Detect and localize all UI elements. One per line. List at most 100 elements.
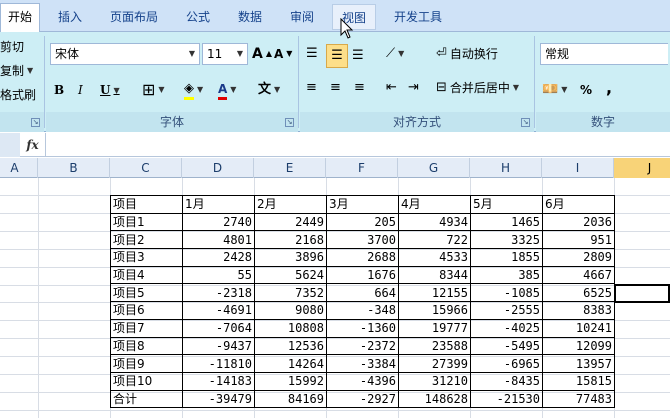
column-header-g[interactable]: G — [398, 158, 470, 178]
value-cell[interactable]: 148628 — [398, 389, 471, 409]
value-cell[interactable]: 3896 — [254, 248, 327, 267]
grow-font-button[interactable]: A ▲ — [252, 42, 272, 66]
value-cell[interactable]: -2318 — [182, 283, 255, 303]
value-cell[interactable]: 15992 — [254, 371, 327, 391]
row-label-cell[interactable]: 项目4 — [110, 265, 183, 285]
comma-style-button[interactable]: , — [606, 76, 612, 100]
column-header-e[interactable]: E — [254, 158, 326, 178]
tab-formulas[interactable]: 公式 — [176, 4, 220, 30]
font-size-combo[interactable]: 11 ▼ — [202, 43, 248, 65]
value-cell[interactable]: -4396 — [326, 371, 399, 391]
orientation-button[interactable]: ⟋ ▼ — [386, 42, 404, 66]
shrink-font-button[interactable]: A ▼ — [274, 42, 292, 66]
value-cell[interactable]: 5624 — [254, 265, 327, 285]
value-cell[interactable]: 2688 — [326, 248, 399, 267]
align-center-button[interactable]: ≡ — [330, 76, 341, 100]
value-cell[interactable]: 7352 — [254, 283, 327, 303]
table-header-cell[interactable]: 6月 — [542, 195, 615, 214]
row-label-cell[interactable]: 项目10 — [110, 371, 183, 391]
accounting-format-button[interactable]: 💴 ▼ — [542, 78, 567, 102]
value-cell[interactable]: 77483 — [542, 389, 615, 409]
table-header-cell[interactable]: 5月 — [470, 195, 543, 214]
bold-button[interactable]: B — [54, 78, 64, 102]
align-right-button[interactable]: ≡ — [354, 76, 365, 100]
row-label-cell[interactable]: 项目1 — [110, 212, 183, 232]
wrap-text-button[interactable]: ⏎ 自动换行 — [436, 42, 498, 66]
value-cell[interactable]: 10241 — [542, 318, 615, 338]
value-cell[interactable]: -21530 — [470, 389, 543, 409]
phonetic-button[interactable]: 文 ▼ — [258, 78, 280, 102]
value-cell[interactable]: 10808 — [254, 318, 327, 338]
column-header-i[interactable]: I — [542, 158, 614, 178]
column-header-h[interactable]: H — [470, 158, 542, 178]
increase-indent-button[interactable]: ⇥ — [408, 76, 419, 100]
percent-button[interactable]: % — [580, 78, 592, 102]
value-cell[interactable]: 4934 — [398, 212, 471, 232]
value-cell[interactable]: 15815 — [542, 371, 615, 391]
column-header-b[interactable]: B — [38, 158, 110, 178]
value-cell[interactable]: 31210 — [398, 371, 471, 391]
align-top-button[interactable]: ☰ — [306, 42, 318, 66]
decrease-indent-button[interactable]: ⇤ — [386, 76, 397, 100]
row-label-cell[interactable]: 项目9 — [110, 354, 183, 373]
value-cell[interactable]: -1360 — [326, 318, 399, 338]
value-cell[interactable]: 4801 — [182, 230, 255, 250]
value-cell[interactable]: 19777 — [398, 318, 471, 338]
tab-page-layout[interactable]: 页面布局 — [100, 4, 168, 30]
value-cell[interactable]: -7064 — [182, 318, 255, 338]
value-cell[interactable]: 2740 — [182, 212, 255, 232]
value-cell[interactable]: 2428 — [182, 248, 255, 267]
column-header-a[interactable]: A — [0, 158, 38, 178]
worksheet-grid[interactable]: A B C D E F G H I J 项目 1月 2月 3月 4月 5月 6月 项目1 274… — [0, 158, 670, 418]
value-cell[interactable]: 55 — [182, 265, 255, 285]
table-header-cell[interactable]: 1月 — [182, 195, 255, 214]
value-cell[interactable]: -6965 — [470, 354, 543, 373]
value-cell[interactable]: 8383 — [542, 301, 615, 320]
column-header-c[interactable]: C — [110, 158, 182, 178]
table-header-cell[interactable]: 项目 — [110, 195, 183, 214]
value-cell[interactable]: -2372 — [326, 336, 399, 356]
value-cell[interactable]: -2927 — [326, 389, 399, 409]
format-painter-button[interactable]: 格式刷 — [0, 83, 36, 107]
selected-cell[interactable] — [614, 284, 670, 303]
value-cell[interactable]: -39479 — [182, 389, 255, 409]
row-label-cell[interactable]: 合计 — [110, 389, 183, 409]
tab-developer[interactable]: 开发工具 — [382, 4, 454, 30]
column-header-d[interactable]: D — [182, 158, 254, 178]
value-cell[interactable]: 15966 — [398, 301, 471, 320]
value-cell[interactable]: 3700 — [326, 230, 399, 250]
value-cell[interactable]: 2449 — [254, 212, 327, 232]
value-cell[interactable]: -3384 — [326, 354, 399, 373]
value-cell[interactable]: 23588 — [398, 336, 471, 356]
value-cell[interactable]: 205 — [326, 212, 399, 232]
value-cell[interactable]: -4025 — [470, 318, 543, 338]
value-cell[interactable]: 1676 — [326, 265, 399, 285]
table-header-cell[interactable]: 4月 — [398, 195, 471, 214]
value-cell[interactable]: 12155 — [398, 283, 471, 303]
tab-view[interactable]: 视图 — [332, 4, 376, 30]
column-header-j[interactable]: J — [614, 158, 670, 178]
borders-button[interactable]: ⊞ ▼ — [142, 78, 165, 102]
value-cell[interactable]: 722 — [398, 230, 471, 250]
value-cell[interactable]: -2555 — [470, 301, 543, 320]
value-cell[interactable]: 664 — [326, 283, 399, 303]
row-label-cell[interactable]: 项目6 — [110, 301, 183, 320]
insert-function-button[interactable]: fx — [20, 133, 46, 157]
font-name-combo[interactable]: 宋体 ▼ — [50, 43, 200, 65]
value-cell[interactable]: 84169 — [254, 389, 327, 409]
value-cell[interactable]: 951 — [542, 230, 615, 250]
chevron-down-icon[interactable]: ▼ — [233, 44, 247, 64]
value-cell[interactable]: 2168 — [254, 230, 327, 250]
value-cell[interactable]: 13957 — [542, 354, 615, 373]
value-cell[interactable]: 1465 — [470, 212, 543, 232]
value-cell[interactable]: -348 — [326, 301, 399, 320]
value-cell[interactable]: 2036 — [542, 212, 615, 232]
value-cell[interactable]: 6525 — [542, 283, 615, 303]
value-cell[interactable]: -14183 — [182, 371, 255, 391]
clipboard-launcher-icon[interactable]: ↘ — [31, 118, 40, 127]
cut-button[interactable]: 剪切 — [0, 35, 24, 59]
row-label-cell[interactable]: 项目7 — [110, 318, 183, 338]
value-cell[interactable]: 27399 — [398, 354, 471, 373]
number-format-combo[interactable]: 常规 — [540, 43, 668, 65]
value-cell[interactable]: 4667 — [542, 265, 615, 285]
